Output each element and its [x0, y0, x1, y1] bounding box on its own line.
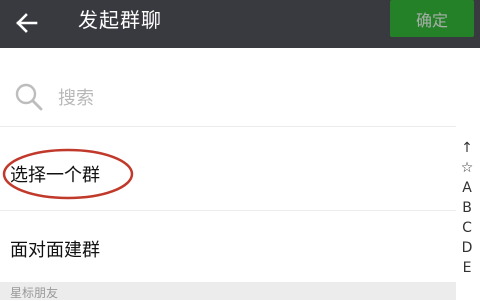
page-title: 发起群聊 [78, 8, 162, 32]
back-arrow-icon [16, 13, 38, 33]
search-bar[interactable]: 搜索 [0, 66, 480, 128]
face-to-face-label: 面对面建群 [10, 240, 100, 261]
search-divider [0, 126, 456, 127]
index-item-top[interactable]: ↑ [461, 138, 473, 158]
index-item-c[interactable]: C [462, 218, 472, 238]
index-item-b[interactable]: B [462, 198, 472, 218]
index-item-a[interactable]: A [462, 178, 472, 198]
index-item-star[interactable]: ☆ [461, 158, 474, 178]
top-bar: 发起群聊 确定 [0, 0, 480, 48]
section-header-label: 星标朋友 [10, 286, 59, 300]
index-item-d[interactable]: D [462, 238, 473, 258]
row-divider [0, 210, 456, 211]
index-item-e[interactable]: E [463, 258, 472, 278]
section-header: 星标朋友 [0, 282, 456, 300]
search-placeholder: 搜索 [58, 88, 94, 109]
confirm-button[interactable]: 确定 [390, 0, 474, 37]
back-button[interactable] [10, 6, 44, 40]
face-to-face-group-item[interactable]: 面对面建群 [0, 218, 456, 278]
alphabet-index-bar[interactable]: ↑ ☆ A B C D E [454, 138, 480, 300]
search-icon [15, 83, 43, 111]
annotation-circle [2, 148, 134, 200]
